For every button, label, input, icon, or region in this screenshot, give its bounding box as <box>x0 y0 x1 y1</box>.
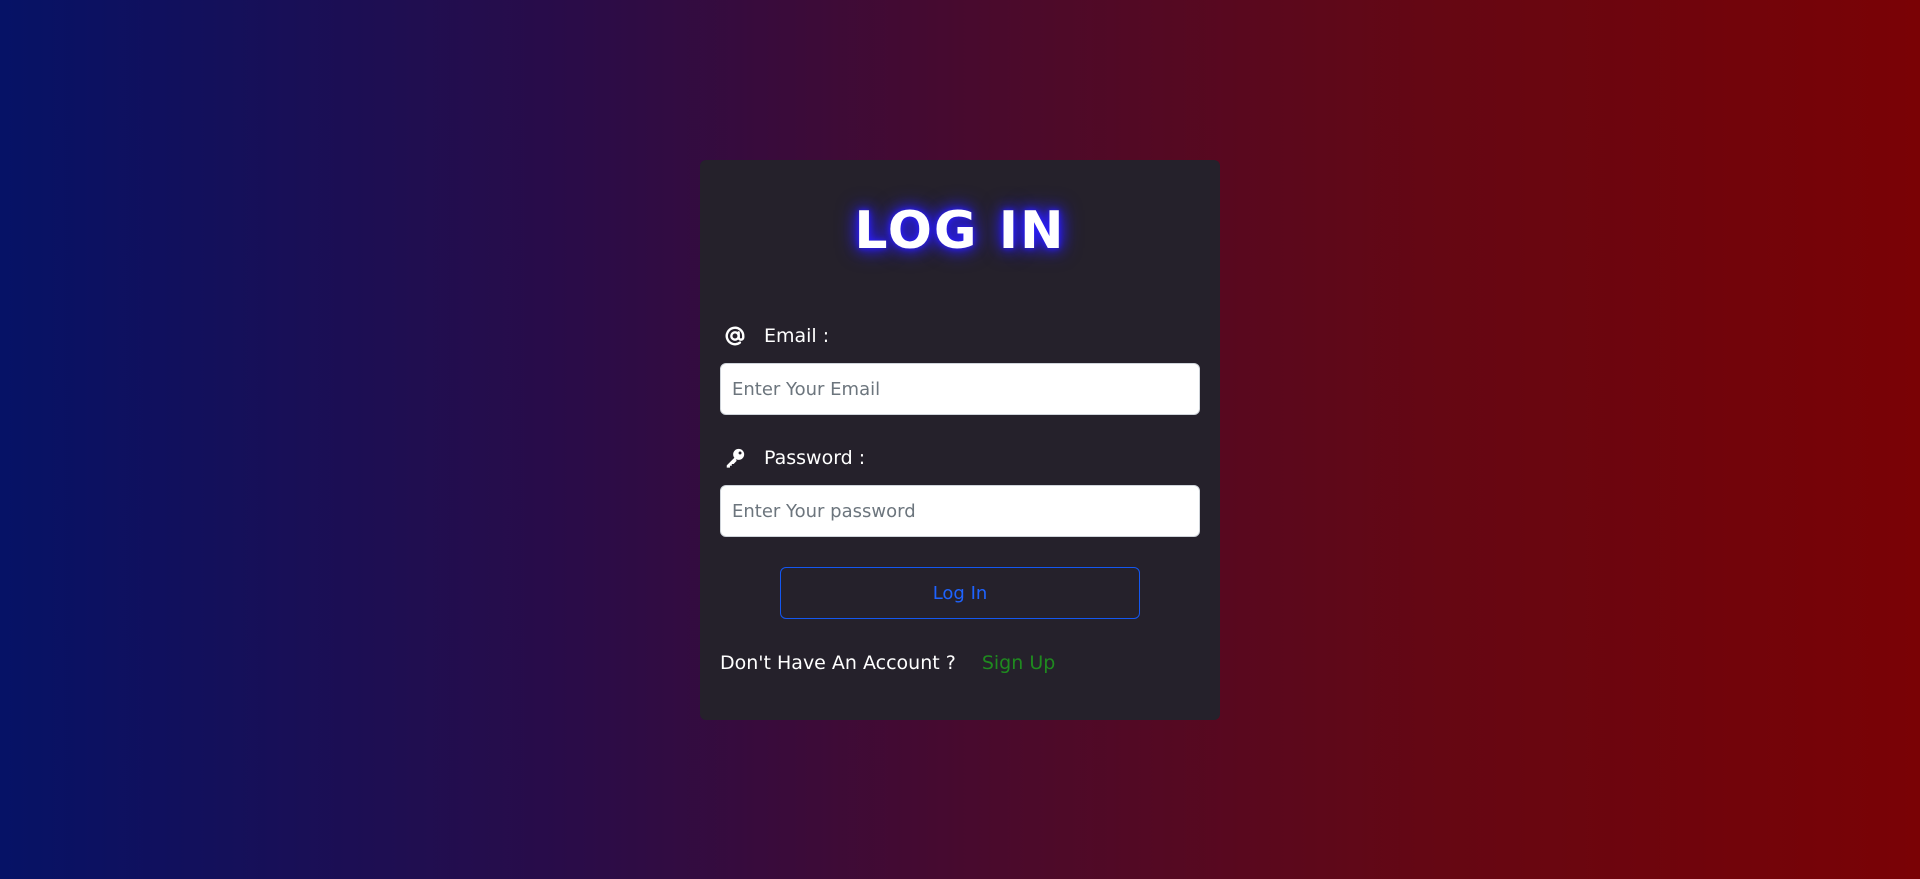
login-button[interactable]: Log In <box>780 567 1140 619</box>
signup-link[interactable]: Sign Up <box>982 652 1055 674</box>
email-input[interactable] <box>720 363 1200 415</box>
email-label: Email : <box>764 325 830 347</box>
email-label-row: Email : <box>720 325 829 347</box>
login-card: LOG IN Email : Password : Log In Don't H… <box>700 160 1220 720</box>
page-title: LOG IN <box>854 201 1066 261</box>
password-input[interactable] <box>720 485 1200 537</box>
key-icon <box>724 447 746 469</box>
signup-row: Don't Have An Account ? Sign Up <box>720 652 1055 674</box>
at-icon <box>724 325 746 347</box>
password-label-row: Password : <box>720 447 865 469</box>
signup-prompt: Don't Have An Account ? <box>720 652 956 674</box>
password-label: Password : <box>764 447 866 469</box>
